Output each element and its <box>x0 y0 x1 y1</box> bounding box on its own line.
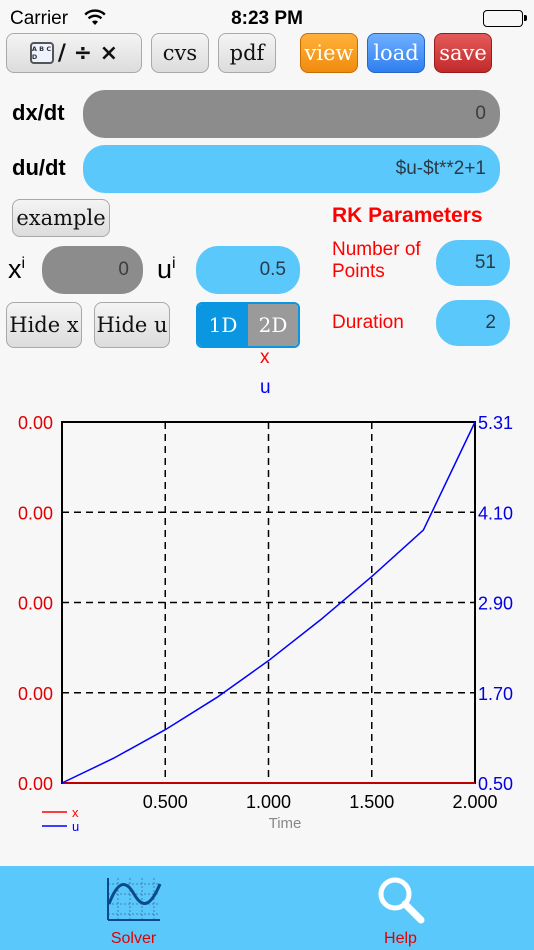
tab-help-label: Help <box>384 930 417 947</box>
hide-u-button[interactable]: Hide u <box>94 302 170 348</box>
clock-time: 8:23 PM <box>231 8 303 29</box>
right-tick-label: 0.50 <box>478 774 513 794</box>
dx-dt-field[interactable]: 0 <box>83 90 500 138</box>
x-tick-label: 1.000 <box>246 792 291 812</box>
load-button[interactable]: load <box>367 33 425 73</box>
solver-curve-icon <box>107 878 162 921</box>
magnifier-icon <box>378 877 425 924</box>
x-axis-label: Time <box>269 815 302 832</box>
solution-chart: 0.00 0.00 0.00 0.00 0.00 5.31 4.10 2.90 1.70 0.5… <box>18 413 513 834</box>
x-tick-label: 1.500 <box>349 792 394 812</box>
status-bar: Carrier 8:23 PM <box>0 0 534 36</box>
duration-field[interactable]: 2 <box>436 300 510 346</box>
left-axis-ticks: 0.00 0.00 0.00 0.00 0.00 <box>18 413 53 794</box>
du-dt-field[interactable]: $u-$t**2+1 <box>83 145 500 193</box>
tab-help[interactable]: Help <box>267 866 534 950</box>
battery-icon <box>483 10 527 27</box>
dimension-segmented-control: 1D 2D <box>196 302 300 348</box>
left-tick-label: 0.00 <box>18 684 53 704</box>
segment-1d[interactable]: 1D <box>198 304 248 346</box>
number-of-points-label: Number of Points <box>332 239 421 282</box>
right-tick-label: 2.90 <box>478 594 513 614</box>
operators-keyboard-button[interactable]: A B C D / ÷ × <box>6 33 142 73</box>
duration-label: Duration <box>332 312 404 333</box>
hide-x-button[interactable]: Hide x <box>6 302 82 348</box>
left-tick-label: 0.00 <box>18 594 53 614</box>
dx-dt-label: dx/dt <box>12 100 65 125</box>
rk-parameters-title: RK Parameters <box>332 204 483 227</box>
save-button[interactable]: save <box>434 33 492 73</box>
right-tick-label: 4.10 <box>478 503 513 523</box>
legend-top-x: x <box>260 347 270 368</box>
legend-u-label: u <box>72 819 79 834</box>
abcd-keyboard-icon: A B C D <box>29 42 54 64</box>
tab-bar: Solver Help <box>0 866 534 950</box>
u-initial-field[interactable]: 0.5 <box>196 246 300 294</box>
left-tick-label: 0.00 <box>18 503 53 523</box>
example-button[interactable]: example <box>12 199 110 237</box>
number-of-points-field[interactable]: 51 <box>436 240 510 286</box>
right-tick-label: 1.70 <box>478 684 513 704</box>
pdf-button[interactable]: pdf <box>218 33 276 73</box>
legend-x-label: x <box>72 805 79 820</box>
x-tick-label: 0.500 <box>143 792 188 812</box>
x-initial-label: xi <box>8 254 26 284</box>
x-tick-label: 2.000 <box>452 792 497 812</box>
right-axis-ticks: 5.31 4.10 2.90 1.70 0.50 <box>478 413 513 794</box>
u-initial-label: ui <box>157 254 176 284</box>
x-axis-ticks: 0.500 1.000 1.500 2.000 <box>143 792 498 812</box>
grid-lines <box>62 422 475 783</box>
x-initial-field[interactable]: 0 <box>42 246 143 294</box>
tab-solver[interactable]: Solver <box>0 866 267 950</box>
segment-2d[interactable]: 2D <box>248 304 298 346</box>
operators-label: / ÷ × <box>57 40 119 66</box>
cvs-button[interactable]: cvs <box>151 33 209 73</box>
du-dt-label: du/dt <box>12 155 66 180</box>
left-tick-label: 0.00 <box>18 774 53 794</box>
legend-top-u: u <box>260 377 271 398</box>
left-tick-label: 0.00 <box>18 413 53 433</box>
view-button[interactable]: view <box>300 33 358 73</box>
tab-solver-label: Solver <box>110 930 157 947</box>
right-tick-label: 5.31 <box>478 413 513 433</box>
